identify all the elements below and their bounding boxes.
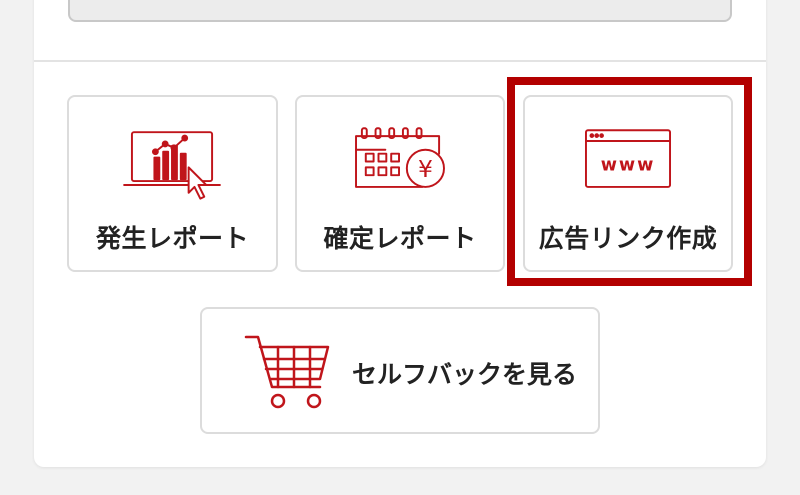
divider — [34, 60, 766, 62]
yen-symbol: ¥ — [418, 155, 433, 183]
shopping-cart-icon — [244, 335, 330, 409]
view-selfback-button[interactable]: セルフバックを見る — [200, 307, 600, 434]
occurrence-report-button[interactable]: 発生レポート — [67, 95, 278, 272]
tile-label: 確定レポート — [323, 224, 477, 253]
search-field-partial[interactable] — [68, 0, 732, 22]
tile-label: 発生レポート — [95, 224, 249, 253]
confirmed-report-button[interactable]: ¥ 確定レポート — [295, 95, 505, 272]
selection-highlight — [507, 77, 752, 286]
tile-label: セルフバックを見る — [352, 360, 578, 389]
